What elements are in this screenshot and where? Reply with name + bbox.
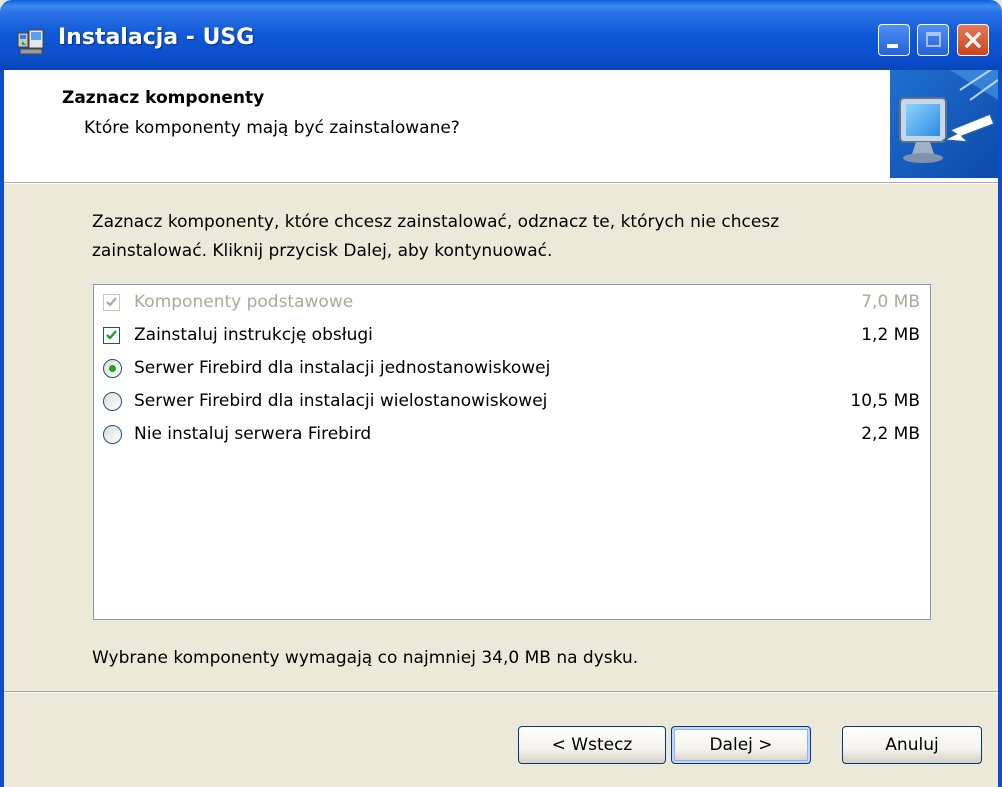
disk-space-requirement: Wybrane komponenty wymagają co najmniej … [92,648,639,668]
component-label: Komponenty podstawowe [134,292,354,312]
component-label: Serwer Firebird dla instalacji wielostan… [134,391,548,411]
back-button[interactable]: < Wstecz [518,726,666,764]
instructions-line-1: Zaznacz komponenty, które chcesz zainsta… [92,212,780,232]
no-firebird-radio[interactable] [103,425,122,444]
page-title: Zaznacz komponenty [62,88,265,108]
core-components-checkbox[interactable] [103,294,120,311]
component-size: 2,2 MB [861,424,920,444]
component-size: 7,0 MB [861,292,920,312]
component-label: Nie instaluj serwera Firebird [134,424,372,444]
next-button[interactable]: Dalej > [671,726,811,764]
list-item-manual[interactable]: Zainstaluj instrukcję obsługi 1,2 MB [94,320,930,353]
component-size: 1,2 MB [861,325,920,345]
instructions-line-2: zainstalować. Kliknij przycisk Dalej, ab… [92,241,553,261]
list-item-firebird-multi[interactable]: Serwer Firebird dla instalacji wielostan… [94,386,930,419]
installer-window: Instalacja - USG Zaznacz komponenty Któr… [0,0,1002,787]
checkmark-icon [106,297,117,307]
components-list[interactable]: Komponenty podstawowe 7,0 MB Zainstaluj … [93,284,931,620]
component-size: 10,5 MB [850,391,920,411]
firebird-multi-radio[interactable] [103,392,122,411]
checkmark-icon [106,330,117,340]
header-divider [4,183,998,184]
list-item-core-components[interactable]: Komponenty podstawowe 7,0 MB [94,287,930,320]
radio-selected-dot [109,365,116,372]
footer-divider-highlight [4,692,998,693]
manual-checkbox[interactable] [103,327,120,344]
maximize-button[interactable] [917,24,949,56]
list-item-no-firebird[interactable]: Nie instaluj serwera Firebird 2,2 MB [94,419,930,452]
minimize-button[interactable] [878,24,910,56]
firebird-single-radio[interactable] [103,359,122,378]
close-icon [964,31,982,49]
list-item-firebird-single[interactable]: Serwer Firebird dla instalacji jednostan… [94,353,930,386]
page-subtitle: Które komponenty mają być zainstalowane? [84,118,460,138]
component-label: Serwer Firebird dla instalacji jednostan… [134,358,551,378]
close-button[interactable] [957,24,989,56]
window-frame-right [998,70,1002,787]
wizard-header: Zaznacz komponenty Które komponenty mają… [4,70,998,183]
instructions-text: Zaznacz komponenty, które chcesz zainsta… [92,208,922,266]
component-label: Zainstaluj instrukcję obsługi [134,325,373,345]
wizard-monitor-icon [890,70,998,178]
minimize-icon [887,44,898,48]
cancel-button[interactable]: Anuluj [842,726,982,764]
title-bar[interactable]: Instalacja - USG [0,0,1002,70]
maximize-icon [926,32,941,47]
installer-app-icon [17,29,44,55]
window-title: Instalacja - USG [58,25,255,50]
